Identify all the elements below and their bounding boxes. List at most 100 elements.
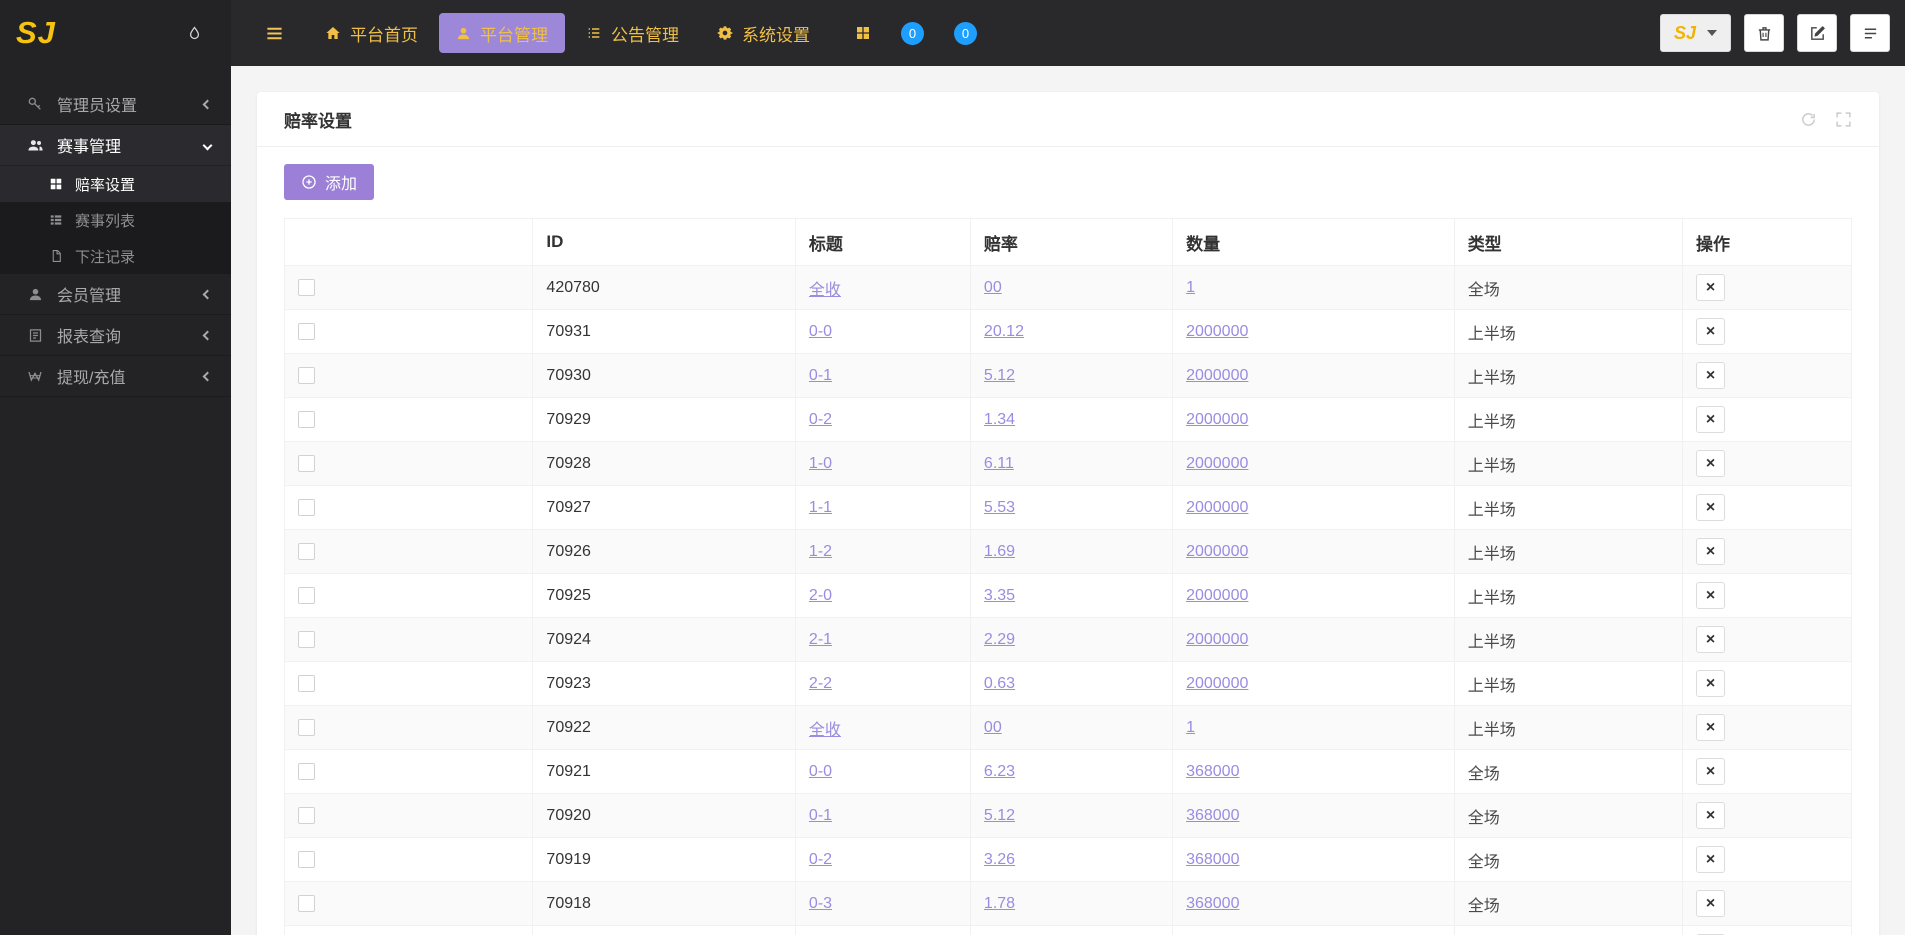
- qty-link[interactable]: 368000: [1186, 851, 1239, 868]
- odds-link[interactable]: 3.35: [984, 587, 1015, 604]
- qty-link[interactable]: 1: [1186, 279, 1195, 296]
- grid-icon[interactable]: [855, 25, 871, 41]
- qty-link[interactable]: 2000000: [1186, 675, 1248, 692]
- odds-link[interactable]: 5.53: [984, 499, 1015, 516]
- delete-row-button[interactable]: ×: [1695, 362, 1725, 389]
- row-checkbox[interactable]: [298, 762, 315, 780]
- row-checkbox[interactable]: [298, 850, 315, 868]
- delete-row-button[interactable]: ×: [1695, 626, 1725, 653]
- qty-link[interactable]: 368000: [1186, 895, 1239, 912]
- qty-link[interactable]: 2000000: [1186, 323, 1248, 340]
- title-link[interactable]: 0-1: [809, 807, 832, 824]
- sidebar-item-match-list[interactable]: 赛事列表: [0, 202, 231, 238]
- qty-link[interactable]: 368000: [1186, 763, 1239, 780]
- row-checkbox[interactable]: [298, 278, 315, 296]
- row-checkbox[interactable]: [298, 674, 315, 692]
- delete-row-button[interactable]: ×: [1695, 758, 1725, 785]
- row-checkbox[interactable]: [298, 630, 315, 648]
- row-checkbox[interactable]: [298, 454, 315, 472]
- edit-button[interactable]: [1797, 14, 1837, 52]
- delete-row-button[interactable]: ×: [1695, 274, 1725, 301]
- title-link[interactable]: 1-1: [809, 499, 832, 516]
- row-checkbox[interactable]: [298, 322, 315, 340]
- title-link[interactable]: 0-2: [809, 411, 832, 428]
- title-link[interactable]: 0-0: [809, 763, 832, 780]
- delete-row-button[interactable]: ×: [1695, 450, 1725, 477]
- title-link[interactable]: 1-2: [809, 543, 832, 560]
- qty-link[interactable]: 1: [1186, 719, 1195, 736]
- odds-link[interactable]: 1.78: [984, 895, 1015, 912]
- odds-link[interactable]: 2.29: [984, 631, 1015, 648]
- odds-link[interactable]: 6.23: [984, 763, 1015, 780]
- sidebar-item-member-manage[interactable]: 会员管理: [0, 274, 231, 315]
- odds-link[interactable]: 00: [984, 719, 1002, 736]
- delete-row-button[interactable]: ×: [1695, 802, 1725, 829]
- notification-badge[interactable]: 0: [901, 21, 924, 45]
- title-link[interactable]: 2-0: [809, 587, 832, 604]
- row-checkbox[interactable]: [298, 586, 315, 604]
- qty-link[interactable]: 2000000: [1186, 411, 1248, 428]
- sidebar-item-withdraw-deposit[interactable]: 提现/充值: [0, 356, 231, 397]
- add-button[interactable]: 添加: [284, 164, 375, 200]
- title-link[interactable]: 0-3: [809, 895, 832, 912]
- delete-row-button[interactable]: ×: [1695, 890, 1725, 917]
- row-checkbox[interactable]: [298, 806, 315, 824]
- message-badge[interactable]: 0: [954, 21, 977, 45]
- delete-row-button[interactable]: ×: [1695, 670, 1725, 697]
- sidebar-item-report-query[interactable]: 报表查询: [0, 315, 231, 356]
- fullscreen-icon[interactable]: [1835, 111, 1852, 128]
- delete-row-button[interactable]: ×: [1695, 714, 1725, 741]
- title-link[interactable]: 0-0: [809, 323, 832, 340]
- sidebar-item-bet-records[interactable]: 下注记录: [0, 238, 231, 274]
- title-link[interactable]: 2-2: [809, 675, 832, 692]
- delete-row-button[interactable]: ×: [1695, 318, 1725, 345]
- row-checkbox[interactable]: [298, 498, 315, 516]
- title-link[interactable]: 全收: [809, 722, 841, 739]
- row-checkbox[interactable]: [298, 366, 315, 384]
- qty-link[interactable]: 2000000: [1186, 631, 1248, 648]
- sidebar-item-admin-settings[interactable]: 管理员设置: [0, 84, 231, 125]
- sidebar-item-odds-settings[interactable]: 赔率设置: [0, 166, 231, 202]
- delete-row-button[interactable]: ×: [1695, 846, 1725, 873]
- odds-link[interactable]: 1.34: [984, 411, 1015, 428]
- nav-item-platform-manage[interactable]: 平台管理: [439, 13, 565, 53]
- menu-list-button[interactable]: [1850, 14, 1890, 52]
- qty-link[interactable]: 2000000: [1186, 543, 1248, 560]
- title-link[interactable]: 2-1: [809, 631, 832, 648]
- odds-link[interactable]: 00: [984, 279, 1002, 296]
- nav-item-home[interactable]: 平台首页: [308, 13, 435, 53]
- odds-link[interactable]: 20.12: [984, 323, 1024, 340]
- odds-link[interactable]: 0.63: [984, 675, 1015, 692]
- trash-button[interactable]: [1744, 14, 1784, 52]
- odds-link[interactable]: 6.11: [984, 455, 1014, 472]
- odds-link[interactable]: 1.69: [984, 543, 1015, 560]
- odds-link[interactable]: 5.12: [984, 367, 1015, 384]
- qty-link[interactable]: 368000: [1186, 807, 1239, 824]
- cell-id: 70927: [532, 485, 796, 530]
- qty-link[interactable]: 2000000: [1186, 587, 1248, 604]
- logo-area[interactable]: SJ: [0, 0, 231, 66]
- odds-link[interactable]: 5.12: [984, 807, 1015, 824]
- row-checkbox[interactable]: [298, 718, 315, 736]
- delete-row-button[interactable]: ×: [1695, 538, 1725, 565]
- delete-row-button[interactable]: ×: [1695, 494, 1725, 521]
- row-checkbox[interactable]: [298, 542, 315, 560]
- delete-row-button[interactable]: ×: [1695, 582, 1725, 609]
- sidebar-item-match-manage[interactable]: 赛事管理: [0, 125, 231, 166]
- title-link[interactable]: 0-1: [809, 367, 832, 384]
- user-dropdown-button[interactable]: SJ: [1659, 14, 1731, 52]
- odds-link[interactable]: 3.26: [984, 851, 1015, 868]
- title-link[interactable]: 全收: [809, 282, 841, 299]
- refresh-icon[interactable]: [1800, 111, 1817, 128]
- qty-link[interactable]: 2000000: [1186, 455, 1248, 472]
- qty-link[interactable]: 2000000: [1186, 367, 1248, 384]
- row-checkbox[interactable]: [298, 410, 315, 428]
- nav-item-announcement[interactable]: 公告管理: [569, 13, 696, 53]
- delete-row-button[interactable]: ×: [1695, 406, 1725, 433]
- hamburger-menu-icon[interactable]: [265, 24, 284, 43]
- title-link[interactable]: 1-0: [809, 455, 832, 472]
- nav-item-system-settings[interactable]: 系统设置: [700, 13, 827, 53]
- title-link[interactable]: 0-2: [809, 851, 832, 868]
- row-checkbox[interactable]: [298, 894, 315, 912]
- qty-link[interactable]: 2000000: [1186, 499, 1248, 516]
